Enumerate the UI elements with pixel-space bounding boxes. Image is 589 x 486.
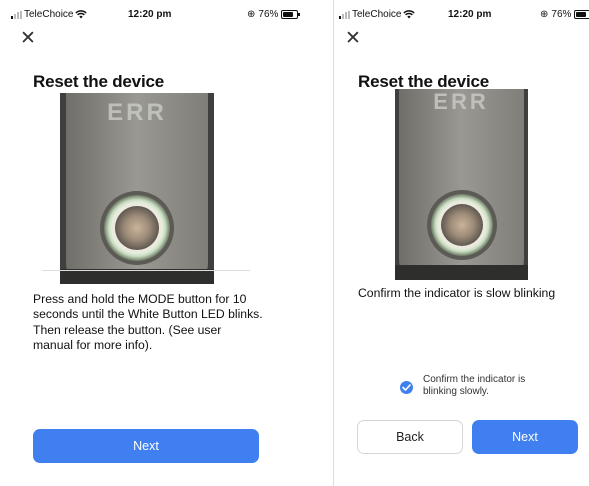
battery-percent: 76% <box>258 9 279 20</box>
next-button[interactable]: Next <box>33 429 259 463</box>
carrier-name: TeleChoice <box>24 9 74 20</box>
signal-icon <box>11 10 22 19</box>
status-time: 12:20 pm <box>128 9 172 20</box>
check-icon[interactable] <box>400 381 413 394</box>
confirm-checkbox[interactable]: Confirm the indicator is blinking slowly… <box>400 374 541 398</box>
wifi-icon <box>75 10 88 19</box>
left-screen: TeleChoice 12:20 pm ⊕ 76% ✕ Reset the de… <box>0 0 333 486</box>
status-bar: TeleChoice 12:20 pm ⊕ 76% <box>334 9 589 23</box>
err-display-text: ERR <box>433 89 488 114</box>
confirm-instruction-text: Confirm the indicator is slow blinking <box>358 286 556 300</box>
device-photo: ERR <box>60 93 214 284</box>
signal-icon <box>339 10 350 19</box>
close-icon[interactable]: ✕ <box>20 29 36 48</box>
device-photo: ERR <box>395 89 528 280</box>
page-title: Reset the device <box>33 72 164 91</box>
back-button[interactable]: Back <box>357 420 463 454</box>
battery-icon <box>574 10 589 19</box>
battery-icon <box>281 10 301 19</box>
confirm-checkbox-label: Confirm the indicator is blinking slowly… <box>423 374 526 397</box>
instruction-text: Press and hold the MODE button for 10 se… <box>33 292 263 352</box>
carrier: TeleChoice <box>11 9 88 20</box>
right-screen: TeleChoice 12:20 pm ⊕ 76% ✕ Reset the de… <box>334 0 589 486</box>
status-time: 12:20 pm <box>448 9 492 20</box>
rotation-lock-icon: ⊕ <box>540 9 549 20</box>
err-display-text: ERR <box>107 99 167 126</box>
battery-percent: 76% <box>551 9 572 20</box>
carrier-name: TeleChoice <box>352 9 402 20</box>
divider <box>42 270 250 271</box>
carrier: TeleChoice <box>339 9 416 20</box>
next-button[interactable]: Next <box>472 420 578 454</box>
wifi-icon <box>403 10 416 19</box>
close-icon[interactable]: ✕ <box>345 29 361 48</box>
rotation-lock-icon: ⊕ <box>247 9 256 20</box>
battery-status: ⊕ 76% <box>540 9 589 20</box>
status-bar: TeleChoice 12:20 pm ⊕ 76% <box>0 9 333 23</box>
battery-status: ⊕ 76% <box>247 9 301 20</box>
